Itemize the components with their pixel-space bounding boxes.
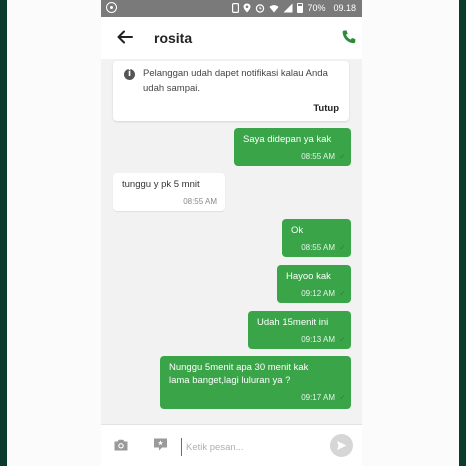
message-time-text: 08:55 AM — [301, 243, 335, 252]
phone-screen: 70% 09.18 rosita i Pelanggan udah dapet … — [101, 0, 362, 466]
message-list[interactable]: i Pelanggan udah dapet notifikasi kalau … — [101, 59, 362, 424]
wifi-icon — [269, 5, 279, 13]
message-text: Nunggu 5menit apa 30 menit kak lama bang… — [169, 362, 309, 386]
status-right-icons: 70% 09.18 — [232, 2, 356, 14]
message-time: 09:12 AM ✓ — [286, 287, 346, 300]
chat-header: rosita — [101, 17, 362, 59]
contact-name: rosita — [154, 30, 193, 46]
notice-text: Pelanggan udah dapet notifikasi kalau An… — [143, 68, 328, 94]
message-time-text: 09:12 AM — [301, 289, 335, 298]
send-icon — [337, 441, 347, 450]
read-check-icon: ✓ — [339, 289, 346, 298]
message-time: 08:55 AM ✓ — [291, 241, 346, 254]
message-time: 08:55 AM — [183, 197, 217, 206]
alarm-icon — [256, 4, 265, 13]
location-icon — [243, 3, 251, 13]
battery-percent: 70% — [307, 3, 326, 13]
phone-icon[interactable] — [341, 29, 357, 45]
message-bubble-outgoing: Udah 15menit ini 09:13 AM ✓ — [248, 311, 351, 349]
clock: 09.18 — [333, 3, 356, 13]
message-text: tunggu y pk 5 mnit — [122, 179, 200, 190]
message-bubble-outgoing: Nunggu 5menit apa 30 menit kak lama bang… — [160, 356, 351, 409]
sticker-icon[interactable] — [153, 437, 168, 452]
battery-icon — [297, 3, 304, 13]
message-bubble-incoming: tunggu y pk 5 mnit 08:55 AM — [113, 173, 225, 211]
message-input[interactable] — [181, 438, 328, 456]
message-bubble-outgoing: Saya didepan ya kak 08:55 AM ✓ — [234, 128, 351, 166]
message-time: 09:13 AM ✓ — [257, 333, 346, 346]
read-check-icon: ✓ — [339, 152, 346, 161]
status-left-icons — [106, 2, 117, 13]
message-text: Ok — [291, 225, 304, 236]
message-text: Hayoo kak — [286, 271, 331, 282]
read-check-icon: ✓ — [339, 335, 346, 344]
message-text: Udah 15menit ini — [257, 317, 329, 328]
message-bubble-outgoing: Hayoo kak 09:12 AM ✓ — [277, 265, 351, 303]
message-time: 09:17 AM ✓ — [169, 391, 346, 404]
send-button[interactable] — [330, 434, 353, 457]
app-notification-icon — [106, 2, 117, 13]
message-bubble-outgoing: Ok 08:55 AM ✓ — [282, 219, 351, 257]
arrow-left-icon[interactable] — [115, 27, 135, 47]
arrival-notice: i Pelanggan udah dapet notifikasi kalau … — [113, 61, 349, 121]
message-text: Saya didepan ya kak — [243, 134, 332, 145]
signal-icon — [283, 3, 293, 13]
message-time: 08:55 AM ✓ — [243, 150, 346, 163]
notice-close-button[interactable]: Tutup — [313, 103, 339, 114]
message-time-text: 08:55 AM — [301, 152, 335, 161]
status-bar: 70% 09.18 — [101, 0, 362, 17]
read-check-icon: ✓ — [339, 243, 346, 252]
message-composer — [101, 424, 362, 466]
message-time-text: 09:17 AM — [301, 393, 335, 402]
sim-icon — [232, 3, 240, 13]
camera-icon[interactable] — [113, 437, 129, 453]
read-check-icon: ✓ — [339, 393, 346, 402]
info-icon: i — [124, 69, 135, 80]
message-time-text: 09:13 AM — [301, 335, 335, 344]
